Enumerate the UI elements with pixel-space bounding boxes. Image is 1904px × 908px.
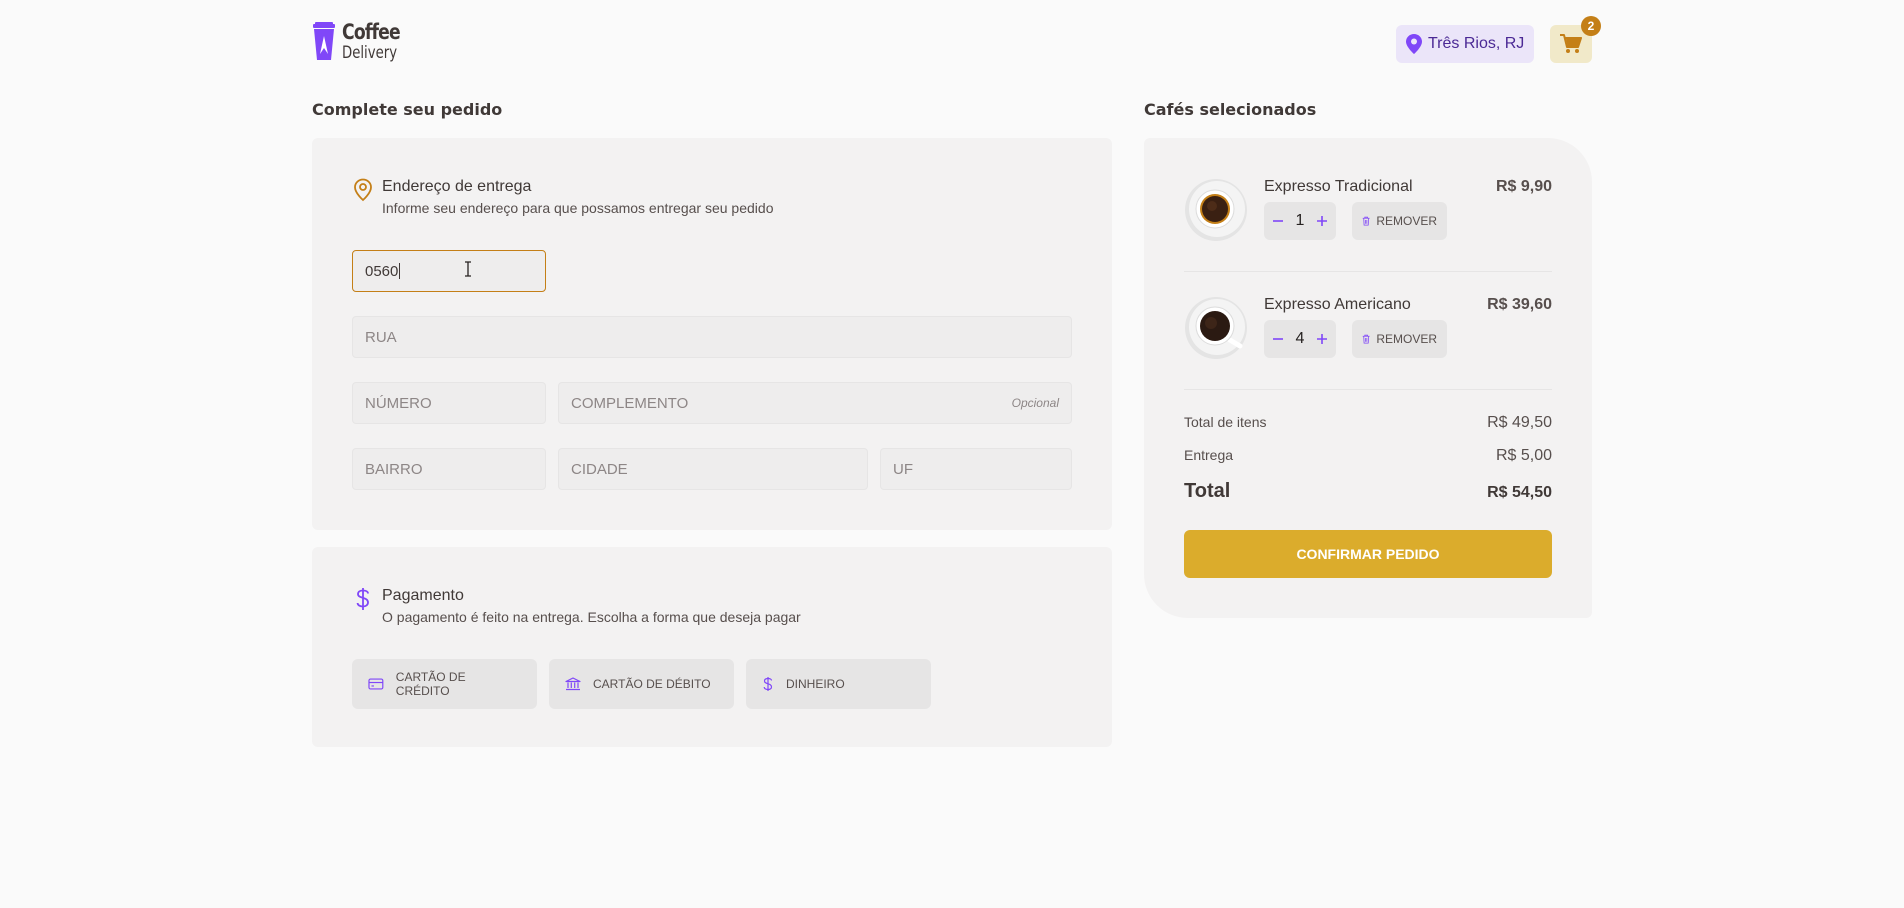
coffee-tradicional-image xyxy=(1185,179,1247,241)
location-text: Três Rios, RJ xyxy=(1428,35,1525,52)
uf-placeholder: UF xyxy=(893,460,913,478)
bairro-placeholder: BAIRRO xyxy=(365,460,423,478)
numero-input[interactable]: NÚMERO xyxy=(352,382,546,424)
payment-card: Pagamento O pagamento é feito na entrega… xyxy=(312,547,1112,747)
optional-label: Opcional xyxy=(1011,396,1059,410)
cart-item: Expresso Tradicional R$ 9,90 1 REMOVER xyxy=(1184,178,1552,258)
minus-icon[interactable] xyxy=(1272,333,1284,345)
logo-line2: Delivery xyxy=(342,43,398,63)
delivery-value: R$ 5,00 xyxy=(1495,447,1552,464)
order-title: Cafés selecionados xyxy=(1144,100,1317,119)
plus-icon[interactable] xyxy=(1316,333,1328,345)
payment-cash-button[interactable]: DINHEIRO xyxy=(746,659,931,709)
item-price: R$ 39,60 xyxy=(1487,296,1552,313)
cidade-input[interactable]: CIDADE xyxy=(558,448,868,490)
rua-input[interactable]: RUA xyxy=(352,316,1072,358)
address-subtitle: Informe seu endereço para que possamos e… xyxy=(382,200,774,216)
cart-button[interactable]: 2 xyxy=(1550,16,1601,63)
delivery-row: Entrega R$ 5,00 xyxy=(1184,447,1552,465)
payment-title: Pagamento xyxy=(382,587,464,604)
remove-button[interactable]: REMOVER xyxy=(1352,202,1447,240)
cart-item: Expresso Americano R$ 39,60 4 REMOVER xyxy=(1184,296,1552,376)
logo-line1: Coffee xyxy=(342,20,401,44)
order-card: Expresso Tradicional R$ 9,90 1 REMOVER E… xyxy=(1144,138,1592,618)
divider xyxy=(1184,389,1552,390)
items-total-label: Total de itens xyxy=(1184,414,1267,430)
payment-credit-label: CARTÃO DE CRÉDITO xyxy=(395,670,466,698)
remove-button[interactable]: REMOVER xyxy=(1352,320,1447,358)
address-title: Endereço de entrega xyxy=(382,178,532,195)
numero-placeholder: NÚMERO xyxy=(365,394,432,412)
checkout-title: Complete seu pedido xyxy=(312,100,503,119)
payment-cash-label: DINHEIRO xyxy=(786,677,845,691)
address-card: Endereço de entrega Informe seu endereço… xyxy=(312,138,1112,530)
coffee-americano-image xyxy=(1185,297,1247,359)
confirm-order-button[interactable]: CONFIRMAR PEDIDO xyxy=(1184,530,1552,578)
minus-icon[interactable] xyxy=(1272,215,1284,227)
payment-subtitle: O pagamento é feito na entrega. Escolha … xyxy=(382,609,801,625)
uf-input[interactable]: UF xyxy=(880,448,1072,490)
remove-label: REMOVER xyxy=(1376,214,1437,228)
cep-input[interactable]: 0560 xyxy=(352,250,546,292)
grand-total-row: Total R$ 54,50 xyxy=(1184,480,1552,503)
payment-debit-label: CARTÃO DE DÉBITO xyxy=(593,677,711,691)
divider xyxy=(1184,271,1552,272)
logo[interactable]: Coffee Delivery xyxy=(312,22,413,62)
quantity-value: 4 xyxy=(1295,330,1305,347)
bairro-input[interactable]: BAIRRO xyxy=(352,448,546,490)
map-pin-outline-icon xyxy=(354,178,372,202)
location-badge[interactable]: Três Rios, RJ xyxy=(1396,25,1535,63)
dollar-sign-icon xyxy=(356,588,369,610)
items-total-value: R$ 49,50 xyxy=(1487,414,1552,431)
header: Coffee Delivery Três Rios, RJ 2 xyxy=(312,16,1601,66)
cidade-placeholder: CIDADE xyxy=(571,460,628,478)
coffee-cup-icon xyxy=(313,22,335,60)
quantity-stepper: 1 xyxy=(1264,202,1336,240)
bank-icon xyxy=(565,677,581,691)
cep-value: 0560 xyxy=(365,262,399,280)
complemento-input[interactable]: COMPLEMENTO Opcional xyxy=(558,382,1072,424)
item-price: R$ 9,90 xyxy=(1495,178,1552,195)
plus-icon[interactable] xyxy=(1316,215,1328,227)
complemento-placeholder: COMPLEMENTO xyxy=(571,394,689,412)
grand-total-label: Total xyxy=(1184,480,1231,502)
text-cursor-icon xyxy=(465,261,471,277)
payment-debit-button[interactable]: CARTÃO DE DÉBITO xyxy=(549,659,734,709)
items-total-row: Total de itens R$ 49,50 xyxy=(1184,414,1552,432)
grand-total-value: R$ 54,50 xyxy=(1487,484,1552,501)
trash-icon xyxy=(1362,334,1370,344)
delivery-label: Entrega xyxy=(1184,447,1234,463)
map-pin-icon xyxy=(1406,34,1422,54)
credit-card-icon xyxy=(368,678,384,690)
cart-count-badge: 2 xyxy=(1581,16,1601,36)
payment-options: CARTÃO DE CRÉDITO CARTÃO DE DÉBITO DINHE… xyxy=(352,659,931,709)
trash-icon xyxy=(1362,216,1370,226)
item-name: Expresso Tradicional xyxy=(1264,178,1413,195)
rua-placeholder: RUA xyxy=(365,328,397,346)
quantity-stepper: 4 xyxy=(1264,320,1336,358)
remove-label: REMOVER xyxy=(1376,332,1437,346)
money-icon xyxy=(763,677,773,691)
item-name: Expresso Americano xyxy=(1264,296,1411,313)
quantity-value: 1 xyxy=(1295,212,1305,229)
shopping-cart-icon xyxy=(1560,34,1582,53)
payment-credit-button[interactable]: CARTÃO DE CRÉDITO xyxy=(352,659,537,709)
